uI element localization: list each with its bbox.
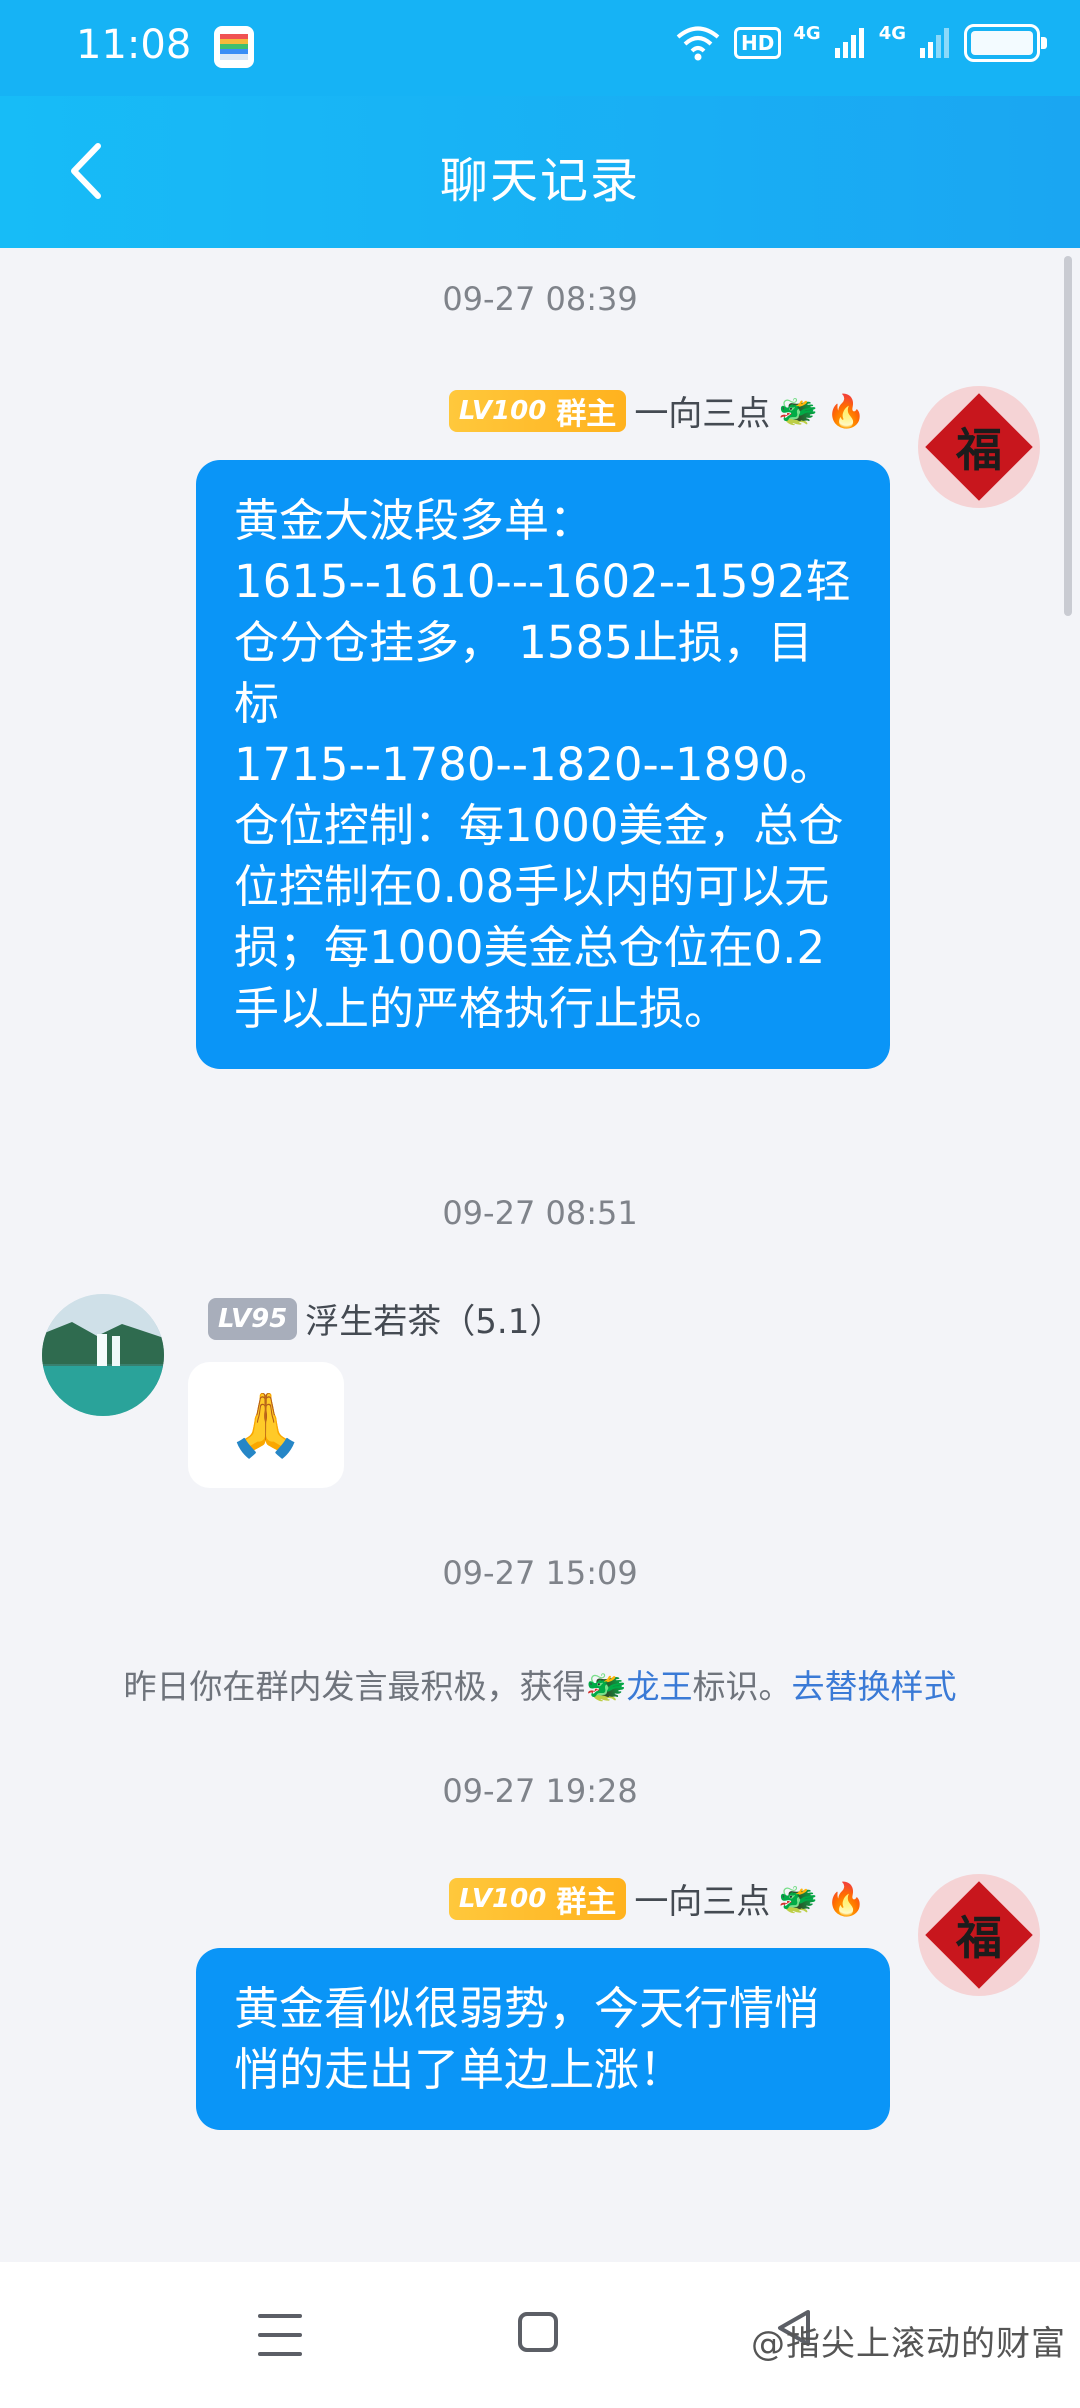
level-badge: LV100 群主 (448, 1877, 627, 1920)
status-bar: 11:08 HD 4G 4G (0, 0, 1080, 96)
page-title: 聊天记录 (439, 153, 640, 209)
network-type-1: 4G (793, 22, 821, 44)
app-notification-icon (214, 26, 254, 68)
sender-name: 一向三点 (634, 1882, 771, 1922)
dragon-icon: 🐲 (778, 391, 819, 430)
timestamp: 09-27 08:51 (442, 1194, 638, 1232)
timestamp: 09-27 15:09 (442, 1554, 638, 1592)
level-badge: LV95 (208, 1297, 298, 1340)
pray-emoji-icon: 🙏 (227, 1388, 305, 1461)
avatar-fu-char: 福 (956, 1911, 1002, 1965)
system-notice: 昨日你在群内发言最积极，获得🐲龙王标识。去替换样式 (123, 1667, 957, 1706)
battery-icon (964, 24, 1047, 62)
sender-name-line: LV100 群主 一向三点 🐲 🔥 (448, 1874, 866, 1923)
timestamp: 09-27 08:39 (442, 280, 638, 318)
watermark-text: @指尖上滚动的财富 (751, 2324, 1066, 2364)
my-message-bubble[interactable]: 黄金看似很弱势，今天行情悄悄的走出了单边上涨！ (196, 1948, 890, 2130)
network-type-2: 4G (878, 22, 906, 44)
timestamp: 09-27 19:28 (442, 1772, 638, 1810)
sender-name: 一向三点 (634, 394, 771, 434)
level-badge: LV100 群主 (448, 389, 627, 432)
other-message-bubble[interactable]: 🙏 (188, 1362, 344, 1488)
dragon-king-link[interactable]: 龙王 (627, 1667, 693, 1706)
sender-name: 浮生若茶（5.1） (305, 1302, 564, 1342)
menu-icon[interactable] (258, 2314, 302, 2356)
avatar[interactable]: 福 (918, 386, 1040, 508)
signal-icon (834, 28, 864, 58)
dragon-icon: 🐲 (778, 1879, 819, 1918)
avatar[interactable]: 福 (918, 1874, 1040, 1996)
avatar[interactable] (42, 1294, 164, 1416)
fire-icon: 🔥 (826, 1879, 866, 1918)
avatar-fu-char: 福 (956, 423, 1002, 477)
sender-name-line: LV95 浮生若茶（5.1） (208, 1294, 563, 1343)
fire-icon: 🔥 (826, 391, 866, 430)
status-time: 11:08 (76, 22, 192, 68)
change-style-link[interactable]: 去替换样式 (792, 1667, 957, 1706)
chat-history-header: 聊天记录 (0, 96, 1080, 248)
wifi-icon (676, 26, 720, 61)
hd-voice-icon: HD (734, 27, 782, 59)
my-message-bubble[interactable]: 黄金大波段多单： 1615--1610---1602--1592轻仓分仓挂多， … (196, 460, 890, 1069)
home-icon[interactable] (518, 2312, 558, 2352)
sender-name-line: LV100 群主 一向三点 🐲 🔥 (448, 386, 866, 435)
signal-icon-2 (920, 28, 949, 58)
system-nav-bar: @指尖上滚动的财富 (0, 2262, 1080, 2408)
